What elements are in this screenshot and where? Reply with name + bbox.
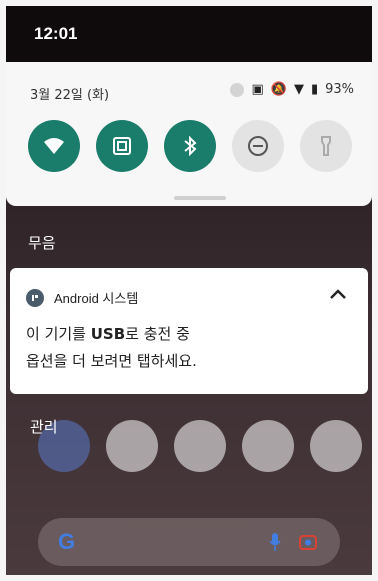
tile-bluetooth[interactable] [164, 120, 216, 172]
lens-icon[interactable] [298, 532, 318, 552]
clock: 12:01 [34, 24, 78, 43]
mic-icon[interactable] [268, 532, 282, 552]
notification-title-prefix: 이 기기를 [26, 325, 91, 343]
manage-button[interactable]: 관리 [30, 416, 58, 437]
notification-app-name: Android 시스템 [54, 291, 139, 306]
app-dock [38, 420, 362, 472]
silent-section-label: 무음 [28, 234, 56, 252]
chevron-up-icon[interactable] [328, 286, 348, 302]
tile-wifi[interactable] [28, 120, 80, 172]
quick-tiles [28, 120, 352, 172]
tile-nfc[interactable] [96, 120, 148, 172]
photos-app-icon[interactable] [106, 420, 158, 472]
calendar-app-icon[interactable] [174, 420, 226, 472]
mute-icon: 🔕 [270, 82, 287, 97]
tile-flashlight[interactable] [300, 120, 352, 172]
chrome-app-icon[interactable] [310, 420, 362, 472]
nfc-icon [113, 137, 131, 155]
android-system-icon [26, 288, 44, 307]
bluetooth-icon [184, 135, 197, 157]
flashlight-icon [321, 136, 331, 156]
quick-settings-panel: 3월 22일 (화) ▣ 🔕 ▼ ▮ 93% [6, 62, 372, 206]
tile-do-not-disturb[interactable] [232, 120, 284, 172]
do-not-disturb-icon [248, 136, 268, 156]
google-logo-icon: G [58, 529, 76, 554]
google-search-bar[interactable]: G [38, 518, 340, 566]
notification-text: 옵션을 더 보려면 탭하세요. [26, 352, 197, 370]
status-icons: ▣ 🔕 ▼ ▮ 93% [230, 82, 354, 97]
drag-handle[interactable] [174, 196, 226, 200]
date-label[interactable]: 3월 22일 (화) [30, 84, 109, 103]
notification-title-suffix: 로 충전 중 [125, 325, 190, 343]
notification-card[interactable]: Android 시스템 이 기기를 USB로 충전 중 옵션을 더 보려면 탭하… [10, 268, 368, 394]
notification-header: Android 시스템 [26, 288, 138, 307]
gmail-app-icon[interactable] [242, 420, 294, 472]
wifi-status-icon: ▼ [293, 82, 304, 97]
battery-icon: ▮ [310, 82, 319, 97]
battery-percent: 93% [325, 82, 354, 97]
notification-title-usb: USB [90, 325, 126, 343]
wifi-icon [44, 138, 64, 154]
status-bar: 12:01 [6, 6, 372, 62]
nfc-status-icon: ▣ [251, 82, 264, 97]
notification-title: 이 기기를 USB로 충전 중 [26, 323, 190, 344]
indicator-dot [230, 82, 245, 97]
